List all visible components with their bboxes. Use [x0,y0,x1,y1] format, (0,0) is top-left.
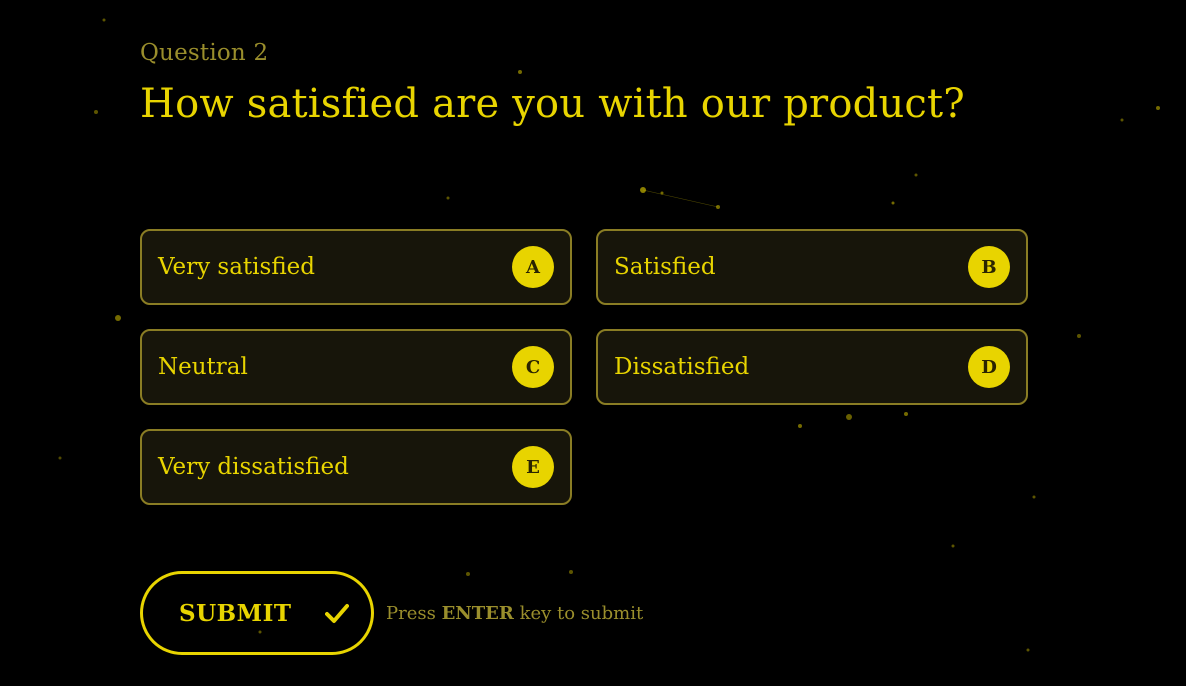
option-label: Very dissatisfied [158,454,349,480]
option-label: Dissatisfied [614,354,750,380]
submit-label: SUBMIT [179,599,292,627]
option-key-badge: D [968,346,1010,388]
option-very-satisfied[interactable]: Very satisfied A [140,229,572,305]
hint-key: ENTER [441,602,514,624]
option-very-dissatisfied[interactable]: Very dissatisfied E [140,429,572,505]
option-satisfied[interactable]: Satisfied B [596,229,1028,305]
submit-row: SUBMIT Press ENTER key to submit [140,571,643,655]
question-number: Question 2 [140,40,269,66]
hint-suffix: key to submit [519,602,644,624]
submit-button[interactable]: SUBMIT [140,571,374,655]
question-container: Question 2 How satisfied are you with ou… [140,36,1040,655]
option-dissatisfied[interactable]: Dissatisfied D [596,329,1028,405]
option-key-badge: E [512,446,554,488]
option-label: Satisfied [614,254,716,280]
option-label: Neutral [158,354,248,380]
option-neutral[interactable]: Neutral C [140,329,572,405]
option-label: Very satisfied [158,254,316,280]
option-key-badge: A [512,246,554,288]
option-key-badge: B [968,246,1010,288]
answer-options: Very satisfied A Satisfied B Neutral C D… [140,229,1028,505]
option-key-badge: C [512,346,554,388]
check-icon [325,604,350,623]
submit-hint: Press ENTER key to submit [386,603,643,624]
question-title: How satisfied are you with our product? [140,81,965,127]
hint-prefix: Press [386,602,436,624]
